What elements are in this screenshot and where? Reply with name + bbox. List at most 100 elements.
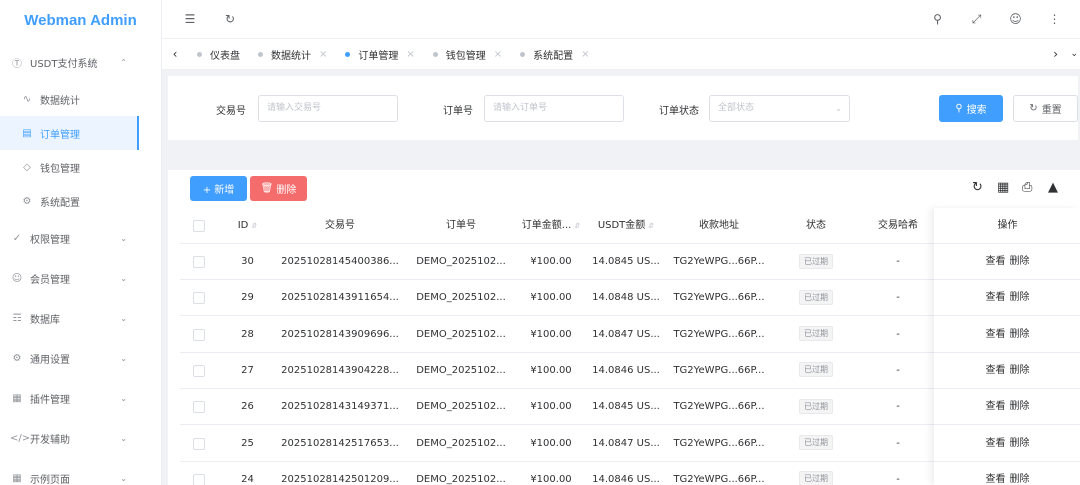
more-vertical-icon[interactable]: ⋮ <box>1035 12 1074 26</box>
order-input[interactable]: 请输入订单号 <box>484 95 624 122</box>
view-link[interactable]: 查看 <box>986 292 1006 303</box>
reset-button[interactable]: ↻ 重置 <box>1013 95 1078 122</box>
cell-amount: ¥100.00 <box>530 473 572 485</box>
sidebar-item-stats[interactable]: ∿ 数据统计 <box>0 82 161 116</box>
col-amount[interactable]: 订单金额... ⇵ <box>517 208 585 244</box>
tab-dashboard[interactable]: 仪表盘 <box>188 38 249 70</box>
search-icon[interactable]: ⚲ <box>918 12 957 26</box>
refresh-icon[interactable]: ↻ <box>216 12 244 26</box>
sort-icon: ⇵ <box>648 222 655 230</box>
row-checkbox[interactable] <box>193 256 205 268</box>
dollar-circle-icon: Ⓣ <box>12 58 22 70</box>
chart-line-icon: ∿ <box>22 93 32 105</box>
row-checkbox[interactable] <box>193 364 205 377</box>
sidebar-item-orders[interactable]: ▤ 订单管理 <box>0 116 139 150</box>
table-panel: + 新增 🗑 删除 ↻ ▦ ⎙ ▲ ID ⇵ 交易号 订单号 订单金额... ⇵ U… <box>168 170 1080 485</box>
table-header: ID ⇵ 交易号 订单号 订单金额... ⇵ USDT金额 ⇵ 收款地址 状态 交易哈… <box>180 208 1080 244</box>
cell-usdt: 14.0845 US... <box>592 401 660 413</box>
tx-input[interactable]: 请输入交易号 <box>258 95 398 122</box>
tab-wallets[interactable]: 钱包管理 × <box>424 38 511 70</box>
export-icon[interactable]: ▲ <box>1048 180 1058 195</box>
menu-fold-icon[interactable]: ☰ <box>176 12 204 26</box>
cell-usdt: 14.0847 US... <box>592 437 660 449</box>
cell-tx: 20251028142517653... <box>281 437 399 449</box>
cell-order: DEMO_2025102... <box>416 473 506 485</box>
cell-address: TG2YeWPG...66P... <box>673 256 765 267</box>
row-checkbox[interactable] <box>193 292 205 305</box>
view-link[interactable]: 查看 <box>986 474 1006 485</box>
cell-usdt: 14.0846 US... <box>592 364 660 376</box>
view-link[interactable]: 查看 <box>986 256 1006 267</box>
sidebar-item-label: 系统配置 <box>40 197 80 209</box>
cell-order: DEMO_2025102... <box>416 292 506 304</box>
chevron-left-icon[interactable]: ‹ <box>162 47 188 61</box>
delete-link[interactable]: 删除 <box>1010 329 1030 340</box>
view-link[interactable]: 查看 <box>986 329 1006 340</box>
col-usdt[interactable]: USDT金额 ⇵ <box>585 208 667 244</box>
cell-hash: - <box>896 364 900 376</box>
cell-amount: ¥100.00 <box>530 256 572 267</box>
grid-icon: ▦ <box>12 472 22 484</box>
view-link[interactable]: 查看 <box>986 365 1006 376</box>
row-checkbox[interactable] <box>193 401 205 414</box>
delete-link[interactable]: 删除 <box>1010 474 1030 485</box>
close-icon[interactable]: × <box>406 49 414 60</box>
cell-id: 26 <box>241 401 254 413</box>
search-button[interactable]: ⚲ 搜索 <box>939 95 1003 122</box>
view-link[interactable]: 查看 <box>986 401 1006 412</box>
refresh-icon[interactable]: ↻ <box>972 180 983 195</box>
tab-dot <box>432 51 438 57</box>
sidebar-item-config[interactable]: ⚙ 系统配置 <box>0 184 161 218</box>
close-icon[interactable]: × <box>319 49 327 60</box>
sidebar-group-label: 会员管理 <box>30 274 70 286</box>
sidebar-group-settings[interactable]: ⚙ 通用设置 ⌄ <box>0 338 161 378</box>
database-icon: ☶ <box>12 312 22 324</box>
delete-link[interactable]: 删除 <box>1010 256 1030 267</box>
chevron-down-icon[interactable]: ⌄ <box>1070 49 1078 59</box>
view-link[interactable]: 查看 <box>986 438 1006 449</box>
reset-button-label: 重置 <box>1041 105 1062 116</box>
select-all-checkbox[interactable] <box>193 220 205 232</box>
table-row: 26 20251028143149371... DEMO_2025102... ¥10… <box>180 389 1080 426</box>
sidebar-item-label: 数据统计 <box>40 95 80 107</box>
col-id[interactable]: ID ⇵ <box>220 208 275 244</box>
add-button[interactable]: + 新增 <box>190 176 247 201</box>
delete-link[interactable]: 删除 <box>1010 401 1030 412</box>
sidebar-group-permissions[interactable]: ✓ 权限管理 ⌄ <box>0 218 161 258</box>
status-select[interactable]: 全部状态 ⌄ <box>709 95 850 122</box>
print-icon[interactable]: ⎙ <box>1022 180 1032 195</box>
sidebar-group-database[interactable]: ☶ 数据库 ⌄ <box>0 298 161 338</box>
sidebar-group-members[interactable]: ☺ 会员管理 ⌄ <box>0 258 161 298</box>
sidebar-group-examples[interactable]: ▦ 示例页面 ⌄ <box>0 458 161 485</box>
tab-config[interactable]: 系统配置 × <box>511 38 598 70</box>
sidebar-item-wallets[interactable]: ◇ 钱包管理 <box>0 150 161 184</box>
row-checkbox[interactable] <box>193 437 205 450</box>
sort-icon: ⇵ <box>574 222 581 230</box>
batch-delete-button[interactable]: 🗑 删除 <box>250 176 307 201</box>
fullscreen-icon[interactable]: ⤢ <box>957 12 996 27</box>
table-row: 28 20251028143909696... DEMO_2025102... ¥10… <box>180 317 1080 353</box>
col-order: 订单号 <box>446 220 476 231</box>
delete-link[interactable]: 删除 <box>1010 438 1030 449</box>
delete-link[interactable]: 删除 <box>1010 292 1030 303</box>
sidebar-group-label: 权限管理 <box>30 234 70 246</box>
tab-stats[interactable]: 数据统计 × <box>249 38 336 70</box>
columns-icon[interactable]: ▦ <box>997 180 1009 195</box>
chevron-right-icon[interactable]: › <box>1053 47 1058 61</box>
close-icon[interactable]: × <box>581 49 589 60</box>
sidebar-group-dev[interactable]: </> 开发辅助 ⌄ <box>0 418 161 458</box>
user-icon[interactable]: ☺ <box>996 12 1035 26</box>
col-label: 订单金额... <box>521 220 572 231</box>
col-status: 状态 <box>806 220 826 231</box>
tab-orders[interactable]: 订单管理 × <box>336 38 423 70</box>
row-checkbox[interactable] <box>193 328 205 341</box>
close-icon[interactable]: × <box>494 49 502 60</box>
sidebar-group-usdt[interactable]: Ⓣ USDT支付系统 ⌃ <box>0 42 161 82</box>
cell-order: DEMO_2025102... <box>416 364 506 376</box>
cell-tx: 20251028143909696... <box>281 328 399 340</box>
search-icon: ⚲ <box>955 103 963 114</box>
sidebar-group-plugins[interactable]: ▦ 插件管理 ⌄ <box>0 378 161 418</box>
chevron-down-icon: ⌄ <box>120 393 127 403</box>
delete-link[interactable]: 删除 <box>1010 365 1030 376</box>
row-checkbox[interactable] <box>193 473 205 485</box>
